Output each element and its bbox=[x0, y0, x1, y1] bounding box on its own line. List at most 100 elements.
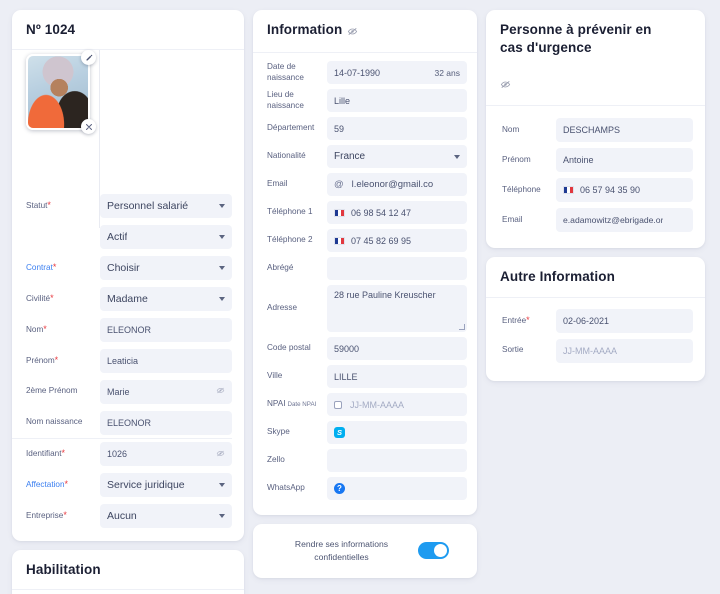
field-label-nationalite: Nationalité bbox=[267, 151, 306, 161]
chevron-down-icon bbox=[219, 234, 225, 239]
input-urgence-email-value: e.adamowitz@ebrigade.or bbox=[563, 215, 664, 226]
textarea-adresse-value: 28 rue Pauline Kreuscher bbox=[334, 290, 436, 300]
emergency-card-body: Nom DESCHAMPS Prénom Antoine Téléphone 0… bbox=[486, 106, 705, 248]
at-icon: @ bbox=[334, 179, 344, 190]
field-nom: Nom* ELEONOR bbox=[12, 314, 232, 345]
field-identifiant: Identifiant* 1026 bbox=[12, 438, 232, 469]
input-deuxieme-prenom-value: Marie bbox=[107, 386, 130, 397]
avatar-wrapper bbox=[26, 50, 96, 135]
eye-slash-icon[interactable] bbox=[216, 386, 225, 397]
select-nationalite[interactable]: France bbox=[327, 145, 467, 168]
input-lieu-naissance[interactable]: Lille bbox=[327, 89, 467, 112]
input-ville-value: LILLE bbox=[334, 371, 358, 382]
france-flag-icon bbox=[334, 208, 345, 217]
select-affectation-value: Service juridique bbox=[107, 478, 185, 491]
required-marker: * bbox=[52, 261, 57, 272]
input-whatsapp[interactable]: ? bbox=[327, 477, 467, 500]
input-urgence-prenom[interactable]: Antoine bbox=[556, 148, 693, 173]
input-skype[interactable]: S bbox=[327, 421, 467, 444]
resize-handle-icon[interactable] bbox=[459, 324, 465, 330]
field-label-ville: Ville bbox=[267, 371, 283, 381]
eye-slash-glyph bbox=[216, 387, 225, 394]
eye-slash-icon[interactable] bbox=[347, 24, 358, 42]
toggle-knob bbox=[433, 544, 447, 558]
eye-slash-icon[interactable] bbox=[216, 449, 225, 460]
field-ville: Ville LILLE bbox=[261, 365, 467, 388]
field-label-telephone-1: Téléphone 1 bbox=[267, 207, 313, 217]
input-deuxieme-prenom[interactable]: Marie bbox=[100, 379, 232, 404]
input-telephone-1[interactable]: 06 98 54 12 47 bbox=[327, 201, 467, 224]
eye-slash-glyph bbox=[216, 450, 225, 457]
input-prenom[interactable]: Leaticia bbox=[100, 348, 232, 373]
input-urgence-prenom-value: Antoine bbox=[563, 155, 594, 166]
required-marker: * bbox=[64, 478, 69, 489]
select-etat[interactable]: Actif bbox=[100, 224, 232, 249]
chevron-down-icon bbox=[219, 265, 225, 270]
input-date-naissance[interactable]: 14-07-1990 32 ans bbox=[327, 61, 467, 84]
input-urgence-nom[interactable]: DESCHAMPS bbox=[556, 118, 693, 143]
field-label-affectation[interactable]: Affectation* bbox=[12, 479, 100, 491]
field-skype: Skype S bbox=[261, 421, 467, 444]
input-departement[interactable]: 59 bbox=[327, 117, 467, 140]
other-card-header: Autre Information bbox=[486, 257, 705, 298]
select-entreprise-value: Aucun bbox=[107, 509, 137, 522]
required-marker: * bbox=[526, 314, 530, 325]
input-telephone-2[interactable]: 07 45 82 69 95 bbox=[327, 229, 467, 252]
input-code-postal[interactable]: 59000 bbox=[327, 337, 467, 360]
checkbox-npai[interactable] bbox=[334, 400, 342, 409]
close-icon[interactable] bbox=[81, 119, 96, 135]
input-nom-naissance[interactable]: ELEONOR bbox=[100, 410, 232, 435]
input-urgence-email[interactable]: e.adamowitz@ebrigade.or bbox=[556, 208, 693, 233]
identity-card-header: Nº 1024 bbox=[12, 10, 244, 51]
field-label-entree: Entrée* bbox=[502, 314, 530, 325]
select-contrat[interactable]: Choisir bbox=[100, 255, 232, 280]
field-label-departement: Département bbox=[267, 123, 315, 133]
emergency-card-title: Personne à prévenir en cas d'urgence bbox=[500, 22, 652, 56]
input-npai-date[interactable]: JJ-MM-AAAA bbox=[327, 393, 467, 416]
field-label-adresse: Adresse bbox=[267, 303, 298, 313]
select-entreprise[interactable]: Aucun bbox=[100, 503, 232, 528]
field-date-naissance: Date de naissance 14-07-1990 32 ans bbox=[261, 61, 467, 84]
left-column: Nº 1024 Statut* Personnel salarié Actif … bbox=[12, 10, 244, 594]
input-ville[interactable]: LILLE bbox=[327, 365, 467, 388]
information-card: Information Date de naissance 14-07-1990… bbox=[253, 10, 477, 515]
input-urgence-telephone[interactable]: 06 57 94 35 90 bbox=[556, 178, 693, 203]
input-identifiant-value: 1026 bbox=[107, 449, 128, 460]
chevron-down-icon bbox=[219, 482, 225, 487]
select-civilite[interactable]: Madame bbox=[100, 286, 232, 311]
field-label-npai: NPAI Date NPAI bbox=[261, 399, 327, 410]
input-departement-value: 59 bbox=[334, 123, 345, 134]
input-email[interactable]: @ l.eleonor@gmail.co bbox=[327, 173, 467, 196]
field-label-urgence-prenom: Prénom bbox=[502, 155, 531, 165]
columns-container: Nº 1024 Statut* Personnel salarié Actif … bbox=[8, 10, 712, 594]
input-lieu-naissance-value: Lille bbox=[334, 95, 351, 106]
required-marker: * bbox=[43, 323, 47, 334]
skype-icon: S bbox=[334, 427, 345, 438]
input-zello[interactable] bbox=[327, 449, 467, 472]
select-affectation[interactable]: Service juridique bbox=[100, 472, 232, 497]
input-nom[interactable]: ELEONOR bbox=[100, 317, 232, 342]
habilitation-card: Habilitation Droit d'accès Valable aussi… bbox=[12, 550, 244, 594]
eye-slash-icon[interactable] bbox=[500, 77, 511, 95]
field-departement: Département 59 bbox=[261, 117, 467, 140]
field-abrege: Abrégé bbox=[261, 257, 467, 280]
select-statut[interactable]: Personnel salarié bbox=[100, 193, 232, 218]
age-text: 32 ans bbox=[434, 67, 460, 78]
input-sortie[interactable]: JJ-MM-AAAA bbox=[556, 338, 693, 363]
input-abrege[interactable] bbox=[327, 257, 467, 280]
pencil-icon[interactable] bbox=[81, 50, 96, 66]
input-code-postal-value: 59000 bbox=[334, 343, 360, 354]
select-statut-value: Personnel salarié bbox=[107, 199, 189, 212]
textarea-adresse[interactable]: 28 rue Pauline Kreuscher bbox=[327, 285, 467, 332]
required-marker: * bbox=[54, 354, 59, 365]
field-affectation: Affectation* Service juridique bbox=[12, 469, 232, 500]
field-label-contrat[interactable]: Contrat* bbox=[12, 262, 100, 274]
input-entree[interactable]: 02-06-2021 bbox=[556, 308, 693, 333]
eye-slash-glyph bbox=[348, 28, 358, 35]
input-telephone-1-value: 06 98 54 12 47 bbox=[351, 207, 412, 218]
privacy-toggle[interactable] bbox=[417, 542, 449, 560]
other-card-body: Entrée* 02-06-2021 Sortie JJ-MM-AAAA bbox=[486, 298, 705, 381]
identity-card-body: Statut* Personnel salarié Actif Contrat*… bbox=[12, 50, 244, 541]
field-nom-naissance: Nom naissance ELEONOR bbox=[12, 407, 232, 438]
input-identifiant[interactable]: 1026 bbox=[100, 442, 232, 467]
